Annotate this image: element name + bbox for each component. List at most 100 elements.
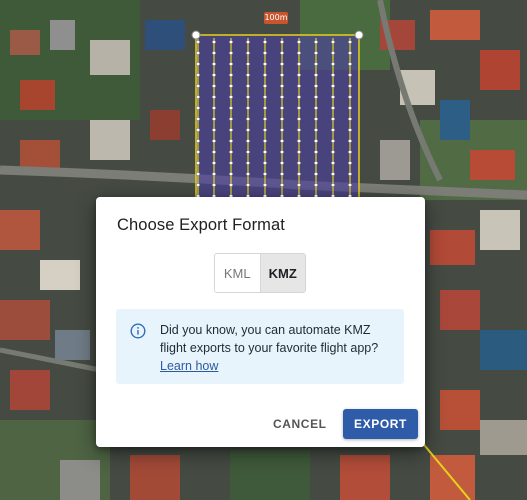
waypoint-marker bbox=[314, 51, 319, 56]
waypoint-marker bbox=[263, 116, 268, 121]
waypoint-marker bbox=[331, 171, 336, 176]
waypoint-marker bbox=[228, 116, 233, 121]
waypoint-marker bbox=[280, 105, 285, 110]
waypoint-marker bbox=[348, 171, 353, 176]
waypoint-marker bbox=[263, 51, 268, 56]
waypoint-marker bbox=[263, 138, 268, 143]
waypoint-marker bbox=[331, 182, 336, 187]
waypoint-marker bbox=[314, 171, 319, 176]
waypoint-marker bbox=[195, 116, 200, 121]
waypoint-marker bbox=[228, 171, 233, 176]
waypoint-marker bbox=[314, 116, 319, 121]
waypoint-marker bbox=[245, 105, 250, 110]
waypoint-marker bbox=[195, 105, 200, 110]
waypoint-marker bbox=[245, 94, 250, 99]
format-toggle: KML KMZ bbox=[214, 253, 306, 293]
waypoint-marker bbox=[297, 83, 302, 88]
waypoint-marker bbox=[263, 182, 268, 187]
waypoint-marker bbox=[314, 138, 319, 143]
waypoint-marker bbox=[314, 72, 319, 77]
waypoint-marker bbox=[348, 62, 353, 67]
map-screen: 100m Choose Export Format KML KMZ Did yo… bbox=[0, 0, 527, 500]
waypoint-marker bbox=[331, 160, 336, 165]
waypoint-marker bbox=[297, 40, 302, 45]
waypoint-marker bbox=[314, 149, 319, 154]
waypoint-marker bbox=[245, 138, 250, 143]
waypoint-marker bbox=[348, 51, 353, 56]
waypoint-marker bbox=[245, 72, 250, 77]
waypoint-marker bbox=[331, 94, 336, 99]
waypoint-marker bbox=[245, 149, 250, 154]
waypoint-marker bbox=[297, 171, 302, 176]
waypoint-marker bbox=[195, 62, 200, 67]
waypoint-marker bbox=[263, 94, 268, 99]
waypoint-marker bbox=[211, 94, 216, 99]
waypoint-marker bbox=[263, 83, 268, 88]
waypoint-marker bbox=[280, 51, 285, 56]
waypoint-marker bbox=[263, 127, 268, 132]
waypoint-marker bbox=[211, 182, 216, 187]
waypoint-marker bbox=[297, 149, 302, 154]
waypoint-marker bbox=[314, 62, 319, 67]
cancel-button[interactable]: CANCEL bbox=[273, 409, 327, 439]
waypoint-marker bbox=[297, 116, 302, 121]
waypoint-marker bbox=[245, 127, 250, 132]
waypoint-marker bbox=[331, 62, 336, 67]
waypoint-marker bbox=[331, 149, 336, 154]
waypoint-marker bbox=[331, 105, 336, 110]
kml-format-button[interactable]: KML bbox=[215, 254, 261, 292]
waypoint-marker bbox=[195, 138, 200, 143]
waypoint-marker bbox=[263, 105, 268, 110]
waypoint-marker bbox=[331, 127, 336, 132]
waypoint-marker bbox=[195, 182, 200, 187]
info-message: Did you know, you can automate KMZ fligh… bbox=[160, 323, 379, 355]
waypoint-marker bbox=[211, 160, 216, 165]
waypoint-marker bbox=[195, 40, 200, 45]
waypoint-marker bbox=[228, 182, 233, 187]
waypoint-marker bbox=[195, 171, 200, 176]
waypoint-marker bbox=[331, 116, 336, 121]
info-banner: Did you know, you can automate KMZ fligh… bbox=[116, 309, 404, 384]
waypoint-marker bbox=[263, 40, 268, 45]
waypoint-marker bbox=[314, 83, 319, 88]
waypoint-marker bbox=[348, 72, 353, 77]
waypoint-marker bbox=[348, 40, 353, 45]
waypoint-marker bbox=[228, 72, 233, 77]
waypoint-marker bbox=[211, 51, 216, 56]
export-button[interactable]: EXPORT bbox=[343, 409, 418, 439]
waypoint-marker bbox=[245, 171, 250, 176]
waypoint-marker bbox=[195, 149, 200, 154]
waypoint-marker bbox=[331, 138, 336, 143]
info-message-block: Did you know, you can automate KMZ fligh… bbox=[160, 321, 396, 375]
waypoint-marker bbox=[280, 94, 285, 99]
waypoint-marker bbox=[297, 182, 302, 187]
waypoint-marker bbox=[280, 116, 285, 121]
waypoint-marker bbox=[348, 127, 353, 132]
waypoint-marker bbox=[228, 51, 233, 56]
waypoint-marker bbox=[297, 160, 302, 165]
waypoint-marker bbox=[348, 138, 353, 143]
waypoint-marker bbox=[297, 94, 302, 99]
waypoint-marker bbox=[228, 94, 233, 99]
waypoint-marker bbox=[211, 105, 216, 110]
waypoint-marker bbox=[245, 62, 250, 67]
waypoint-marker bbox=[245, 182, 250, 187]
waypoint-marker bbox=[245, 51, 250, 56]
waypoint-marker bbox=[228, 160, 233, 165]
waypoint-marker bbox=[211, 116, 216, 121]
waypoint-marker bbox=[348, 83, 353, 88]
learn-how-link[interactable]: Learn how bbox=[160, 357, 218, 375]
waypoint-marker bbox=[348, 182, 353, 187]
waypoint-marker bbox=[331, 72, 336, 77]
waypoint-marker bbox=[297, 105, 302, 110]
waypoint-marker bbox=[348, 160, 353, 165]
waypoint-marker bbox=[280, 83, 285, 88]
waypoint-marker bbox=[195, 83, 200, 88]
kmz-format-button[interactable]: KMZ bbox=[260, 254, 305, 292]
waypoint-marker bbox=[211, 171, 216, 176]
waypoint-marker bbox=[263, 171, 268, 176]
waypoint-marker bbox=[263, 149, 268, 154]
waypoint-marker bbox=[297, 138, 302, 143]
export-format-dialog: Choose Export Format KML KMZ Did you kno… bbox=[96, 197, 425, 447]
waypoint-marker bbox=[245, 40, 250, 45]
